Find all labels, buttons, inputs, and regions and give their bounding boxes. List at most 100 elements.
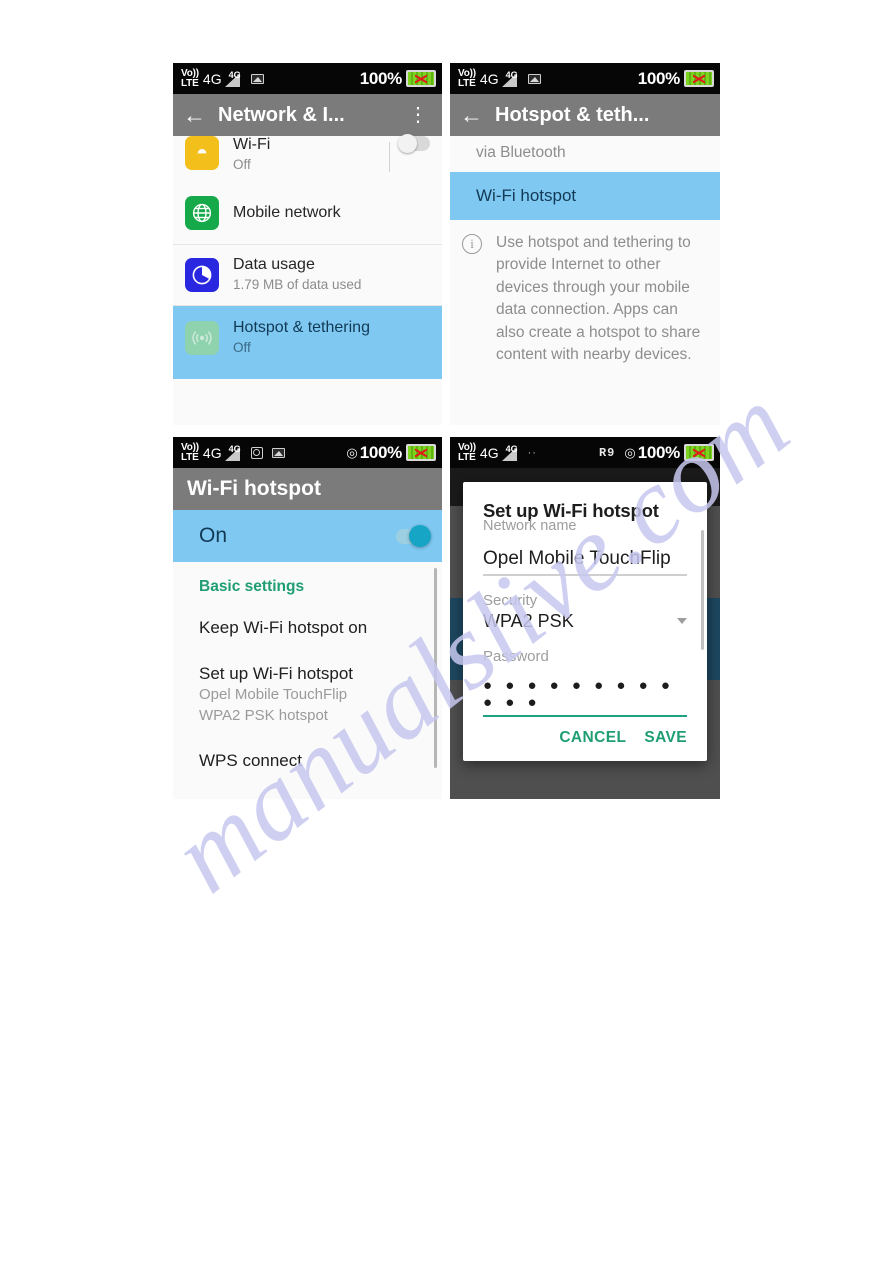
list-item-label: Hotspot & tethering <box>233 318 370 336</box>
volte-indicator: Vo)) LTE <box>458 69 476 89</box>
signal-strength-icon: 4G <box>224 70 242 88</box>
hotspot-enable-row[interactable]: On <box>173 510 442 562</box>
picture-icon <box>271 447 285 458</box>
list-item-data-usage[interactable]: Data usage 1.79 MB of data used <box>173 245 442 305</box>
overflow-menu-icon[interactable]: ⋮ <box>404 105 432 125</box>
scrollbar[interactable] <box>434 568 437 768</box>
save-button[interactable]: SAVE <box>644 729 687 747</box>
volte-indicator: Vo)) LTE <box>458 443 476 463</box>
list-item-sublabel: Off <box>233 340 251 356</box>
list-item-label: WPS connect <box>199 751 302 770</box>
network-type-label: 4G <box>202 70 222 87</box>
list-item-keep-hotspot-on[interactable]: Keep Wi-Fi hotspot on <box>173 596 442 638</box>
info-block: i Use hotspot and tethering to provide I… <box>450 220 720 367</box>
battery-percent-label: 100% <box>637 442 681 462</box>
battery-percent-label: 100% <box>359 68 403 88</box>
list-item-wifi[interactable]: ◓ Wi-Fi Off <box>173 134 442 182</box>
list-item-via-bluetooth[interactable]: via Bluetooth <box>450 136 720 172</box>
hotspot-active-icon: ◎ <box>624 444 636 460</box>
globe-icon <box>185 195 219 230</box>
hotspot-active-icon: ◎ <box>346 444 358 460</box>
list-item-sublabel-1: Opel Mobile TouchFlip <box>199 686 348 703</box>
volte-bottom-text: LTE <box>458 77 476 89</box>
screenshot-panel-wifi-hotspot: Vo)) LTE 4G 4G ◎ 100% Wi-Fi hotspot On B… <box>173 437 442 799</box>
volte-bottom-text: LTE <box>458 451 476 463</box>
ringer-mode-icon: R9 <box>598 445 616 460</box>
battery-icon <box>684 70 714 87</box>
app-bar: ← Network & I... ⋮ <box>173 94 442 136</box>
hotspot-state-label: On <box>199 524 228 547</box>
volte-indicator: Vo)) LTE <box>181 443 199 463</box>
wifi-icon: ◓ <box>185 136 219 170</box>
signal-strength-icon: 4G <box>501 444 519 462</box>
hotspot-icon <box>185 320 219 355</box>
password-underline <box>483 714 687 717</box>
chevron-down-icon <box>677 618 687 624</box>
signal-strength-icon: 4G <box>224 444 242 462</box>
network-type-label: 4G <box>479 444 499 461</box>
list-item-label: Set up Wi-Fi hotspot <box>199 664 354 683</box>
section-header-basic-settings: Basic settings <box>199 578 305 595</box>
network-type-label: 4G <box>479 70 499 87</box>
info-text: Use hotspot and tethering to provide Int… <box>496 234 701 364</box>
security-select[interactable]: WPA2 PSK <box>483 611 687 632</box>
list-item-sublabel: Off <box>233 157 251 173</box>
list-item-set-up-hotspot[interactable]: Set up Wi-Fi hotspot Opel Mobile TouchFl… <box>173 638 442 725</box>
list-item-hotspot-tethering[interactable]: Hotspot & tethering Off <box>173 305 442 379</box>
page-title: Hotspot & teth... <box>495 103 650 126</box>
status-bar: Vo)) LTE 4G 4G 100% <box>450 63 720 94</box>
signal-strength-icon: 4G <box>501 70 519 88</box>
app-bar: ← Hotspot & teth... <box>450 94 720 136</box>
screenshot-panel-hotspot-tethering: Vo)) LTE 4G 4G 100% ← Hotspot & teth... … <box>450 63 720 425</box>
list-item-wps-connect[interactable]: WPS connect <box>173 725 442 771</box>
list-item-sublabel-2: WPA2 PSK hotspot <box>199 706 328 724</box>
picture-icon <box>527 73 541 84</box>
battery-icon <box>684 444 714 461</box>
password-label: Password <box>483 647 549 665</box>
volte-bottom-text: LTE <box>181 451 199 463</box>
password-input[interactable]: ● ● ● ● ● ● ● ● ● ● ● ● <box>483 677 687 711</box>
list-item-wifi-hotspot[interactable]: Wi-Fi hotspot <box>450 172 720 220</box>
status-bar: Vo)) LTE 4G 4G ·· R9 ◎ 100% <box>450 437 720 468</box>
battery-icon <box>406 70 436 87</box>
battery-percent-label: 100% <box>637 68 681 88</box>
cancel-button[interactable]: CANCEL <box>559 729 626 747</box>
list-item-sublabel: 1.79 MB of data used <box>233 277 362 293</box>
info-icon: i <box>462 234 482 254</box>
screenshot-icon <box>250 446 263 459</box>
list-item-label: Wi-Fi <box>233 136 271 153</box>
back-icon[interactable]: ← <box>183 103 206 127</box>
page-title: Network & I... <box>218 103 345 126</box>
volte-indicator: Vo)) LTE <box>181 69 199 88</box>
hotspot-settings-list: On Basic settings Keep Wi-Fi hotspot on … <box>173 510 442 799</box>
list-item-mobile-network[interactable]: Mobile network <box>173 182 442 244</box>
page-title: Wi-Fi hotspot <box>187 477 321 500</box>
screenshot-panel-setup-dialog: Vo)) LTE 4G 4G ·· R9 ◎ 100% Set up Wi-Fi… <box>450 437 720 799</box>
setup-hotspot-dialog: Set up Wi-Fi hotspot Network name Opel M… <box>463 482 707 761</box>
screenshot-panel-network-internet: Vo)) LTE 4G 4G 100% ← Network & I... ⋮ ◓… <box>173 63 442 425</box>
battery-icon <box>406 444 436 461</box>
security-value: WPA2 PSK <box>483 610 574 631</box>
list-item-label: Data usage <box>233 255 315 273</box>
app-bar: Wi-Fi hotspot <box>173 468 442 510</box>
list-item-label: Mobile network <box>233 203 341 221</box>
picture-icon <box>250 73 264 84</box>
status-bar: Vo)) LTE 4G 4G 100% <box>173 63 442 94</box>
divider <box>389 142 390 172</box>
hotspot-toggle[interactable] <box>396 524 431 547</box>
security-label: Security <box>483 591 538 609</box>
tethering-list: via Bluetooth Wi-Fi hotspot i Use hotspo… <box>450 136 720 425</box>
network-name-input[interactable]: Opel Mobile TouchFlip <box>483 548 687 570</box>
network-type-label: 4G <box>202 444 222 461</box>
wifi-toggle[interactable] <box>398 134 430 153</box>
list-item-label: Keep Wi-Fi hotspot on <box>199 618 368 637</box>
settings-list: ◓ Wi-Fi Off Mobile network Data usage 1.… <box>173 134 442 425</box>
notification-dots-icon: ·· <box>527 446 537 459</box>
network-name-underline <box>483 574 687 576</box>
page-root: Vo)) LTE 4G 4G 100% ← Network & I... ⋮ ◓… <box>0 0 893 1263</box>
status-bar: Vo)) LTE 4G 4G ◎ 100% <box>173 437 442 468</box>
dialog-actions: CANCEL SAVE <box>483 729 687 751</box>
back-icon[interactable]: ← <box>460 103 483 127</box>
dialog-scrollbar[interactable] <box>701 530 704 650</box>
battery-percent-label: 100% <box>359 442 403 462</box>
